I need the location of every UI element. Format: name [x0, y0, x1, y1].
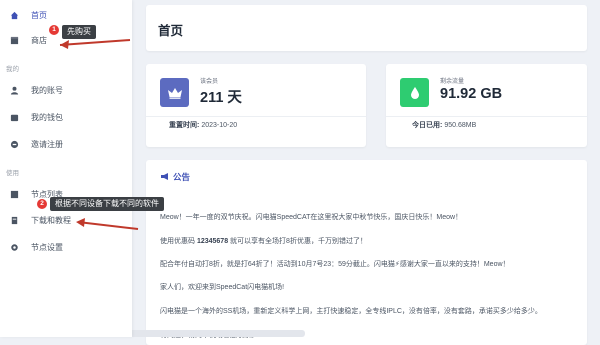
annotation-arrows: [59, 39, 139, 230]
annotation-arrowhead-1: [60, 40, 69, 49]
annotation-badge-2: 2: [37, 199, 47, 209]
annotation-arrow-1: [59, 39, 131, 46]
annotation-arrow-2: [77, 221, 139, 230]
annotation-badge-1: 1: [49, 25, 59, 35]
annotation-tooltip-2: 根据不同设备下载不同的软件: [50, 197, 164, 211]
annotation-arrowhead-2: [76, 218, 85, 227]
annotation-tooltip-1: 先购买: [62, 25, 96, 39]
